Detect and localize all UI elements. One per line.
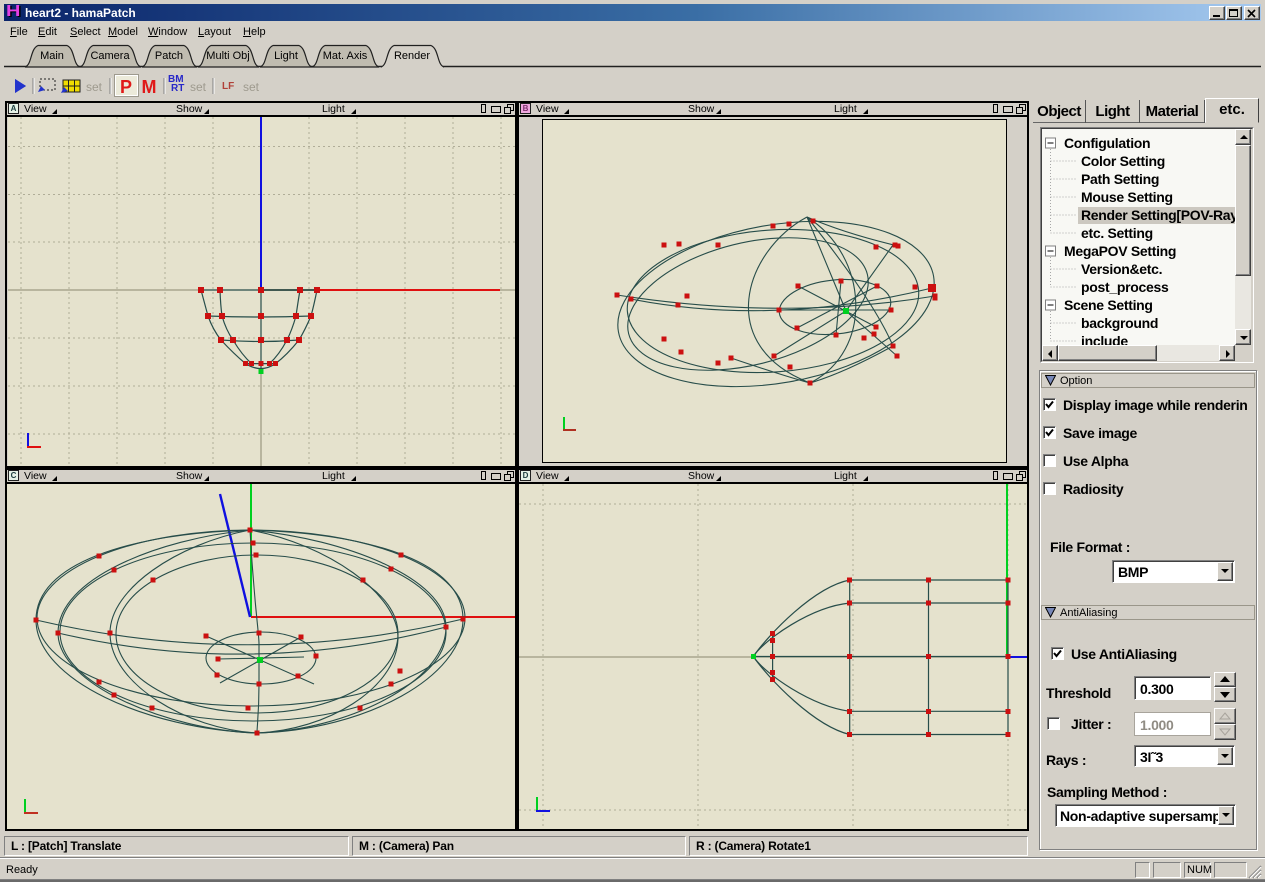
- svg-text:include: include: [1081, 333, 1128, 345]
- svg-text:Version&etc.: Version&etc.: [1081, 261, 1162, 277]
- svg-text:Render Setting[POV-Ray: Render Setting[POV-Ray: [1081, 207, 1235, 223]
- svg-text:Path Setting: Path Setting: [1081, 171, 1159, 187]
- svg-text:Configulation: Configulation: [1064, 135, 1150, 151]
- svg-text:background: background: [1081, 315, 1158, 331]
- svg-text:Render: Render: [394, 50, 430, 62]
- svg-text:M: M: [142, 77, 157, 97]
- svg-text:Mat. Axis: Mat. Axis: [323, 50, 368, 62]
- svg-text:set: set: [190, 80, 207, 94]
- svg-text:etc. Setting: etc. Setting: [1081, 225, 1153, 241]
- svg-text:P: P: [120, 77, 132, 97]
- svg-text:set: set: [243, 80, 260, 94]
- svg-text:MegaPOV Setting: MegaPOV Setting: [1064, 243, 1176, 259]
- svg-text:Mouse Setting: Mouse Setting: [1081, 189, 1173, 205]
- svg-text:Scene Setting: Scene Setting: [1064, 297, 1153, 313]
- svg-text:Camera: Camera: [90, 50, 130, 62]
- svg-text:Patch: Patch: [155, 50, 183, 62]
- svg-text:post_process: post_process: [1081, 279, 1169, 295]
- svg-text:Multi Obj: Multi Obj: [206, 50, 249, 62]
- svg-text:Light: Light: [274, 50, 298, 62]
- svg-text:Color Setting: Color Setting: [1081, 153, 1165, 169]
- svg-text:set: set: [86, 80, 103, 94]
- svg-text:RT: RT: [171, 83, 184, 94]
- svg-text:Main: Main: [40, 50, 64, 62]
- svg-text:LF: LF: [222, 81, 234, 92]
